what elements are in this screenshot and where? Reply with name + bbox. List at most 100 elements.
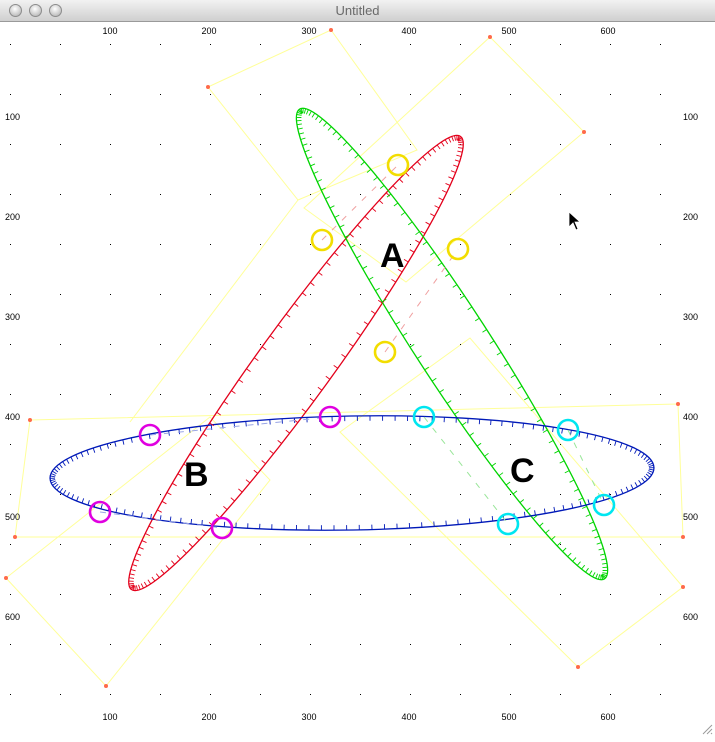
blue-ellipse-tick [77, 496, 79, 501]
control-point[interactable] [681, 585, 685, 589]
grid-dot [460, 194, 461, 195]
blue-ellipse-tick [71, 457, 73, 462]
red-ellipse-tick [365, 216, 369, 219]
red-ellipse-tick [372, 208, 376, 211]
green-ellipse-tick [396, 322, 400, 325]
blue-ellipse-tick [641, 454, 644, 458]
control-point[interactable] [4, 576, 8, 580]
grid-dot [10, 394, 11, 395]
green-ellipse-tick [504, 364, 508, 367]
grid-dot [360, 694, 361, 695]
grid-dot [410, 44, 411, 45]
window-titlebar[interactable]: Untitled [0, 0, 715, 22]
control-point[interactable] [329, 28, 333, 32]
grid-dot [110, 44, 111, 45]
guide-box [340, 338, 683, 667]
grid-dot [260, 244, 261, 245]
red-ellipse-tick [439, 198, 444, 200]
grid-dot [560, 44, 561, 45]
blue-ellipse-tick [524, 512, 525, 517]
magenta-marker[interactable] [212, 518, 232, 538]
control-point[interactable] [206, 85, 210, 89]
blue-ellipse-tick [151, 514, 152, 519]
red-ellipse-tick [449, 138, 451, 143]
blue-ellipse-tick [124, 509, 125, 514]
resize-grip-icon[interactable] [701, 723, 713, 735]
red-ellipse-tick [286, 430, 290, 433]
blue-ellipse-tick [563, 505, 564, 510]
grid-dot [260, 194, 261, 195]
red-ellipse-tick [166, 566, 169, 570]
grid-dot [60, 644, 61, 645]
cyan-marker[interactable] [594, 495, 614, 515]
grid-dot [210, 294, 211, 295]
grid-dot [10, 644, 11, 645]
control-point[interactable] [488, 35, 492, 39]
grid-dot [510, 294, 511, 295]
red-ellipse-tick [224, 402, 228, 405]
green-ellipse-tick [586, 515, 591, 517]
green-ellipse-tick [599, 549, 604, 550]
blue-ellipse[interactable] [49, 411, 655, 536]
red-ellipse-tick [278, 440, 282, 443]
blue-ellipse-tick [638, 452, 641, 456]
green-ellipse[interactable] [268, 89, 635, 599]
red-ellipse-tick [142, 541, 147, 543]
green-ellipse-tick [299, 133, 304, 134]
x-axis-label: 400 [401, 26, 416, 36]
red-ellipse-tick [178, 474, 182, 477]
blue-ellipse-tick [626, 487, 628, 492]
right-axis-labels: 100 200 300 400 500 600 [683, 112, 698, 622]
plot-svg[interactable]: 100 200 300 400 500 600 100 200 300 400 … [0, 22, 715, 737]
ellipses [49, 89, 655, 611]
blue-ellipse-tick [608, 439, 609, 444]
grid-dot [410, 544, 411, 545]
grid-dot [310, 94, 311, 95]
guide-box [304, 37, 584, 282]
grid-dot [360, 644, 361, 645]
green-ellipse-tick [340, 225, 345, 227]
control-point[interactable] [576, 665, 580, 669]
green-ellipse-tick [401, 212, 405, 215]
red-ellipse-tick [410, 250, 414, 253]
green-ellipse-tick [511, 375, 515, 378]
control-point[interactable] [104, 684, 108, 688]
grid-dot [560, 494, 561, 495]
red-ellipse-tick [254, 358, 258, 361]
control-point[interactable] [13, 535, 17, 539]
grid-dot [460, 644, 461, 645]
grid-dot [10, 94, 11, 95]
y-axis-label: 500 [683, 512, 698, 522]
grid-dot [610, 194, 611, 195]
grid-dot [60, 594, 61, 595]
grid-dot [510, 494, 511, 495]
grid-dot [410, 144, 411, 145]
blue-ellipse-tick [149, 434, 150, 439]
grid-dot [310, 294, 311, 295]
blue-ellipse-tick [648, 471, 653, 473]
red-ellipse-tick [385, 290, 389, 293]
drawing-canvas[interactable]: 100 200 300 400 500 600 100 200 300 400 … [0, 22, 715, 737]
grid-dot [110, 394, 111, 395]
green-ellipse-tick [565, 471, 569, 473]
green-ellipse-tick [475, 318, 479, 321]
control-point[interactable] [28, 418, 32, 422]
green-ellipse-tick [477, 443, 481, 446]
green-ellipse-tick [518, 386, 522, 389]
blue-ellipse-tick [93, 448, 95, 453]
green-ellipse-tick [297, 124, 302, 125]
red-ellipse-tick [167, 493, 171, 495]
grid-dot [160, 594, 161, 595]
grid-dot [410, 444, 411, 445]
control-point[interactable] [676, 402, 680, 406]
blue-ellipse-tick [523, 423, 524, 428]
control-point[interactable] [582, 130, 586, 134]
grid-dot [410, 344, 411, 345]
blue-ellipse-tick [635, 482, 638, 486]
green-ellipse-tick [349, 148, 353, 151]
grid-dot [660, 294, 661, 295]
blue-ellipse-tick [100, 446, 102, 451]
blue-ellipse-tick [595, 435, 596, 440]
cyan-marker[interactable] [498, 514, 518, 534]
control-point[interactable] [681, 535, 685, 539]
